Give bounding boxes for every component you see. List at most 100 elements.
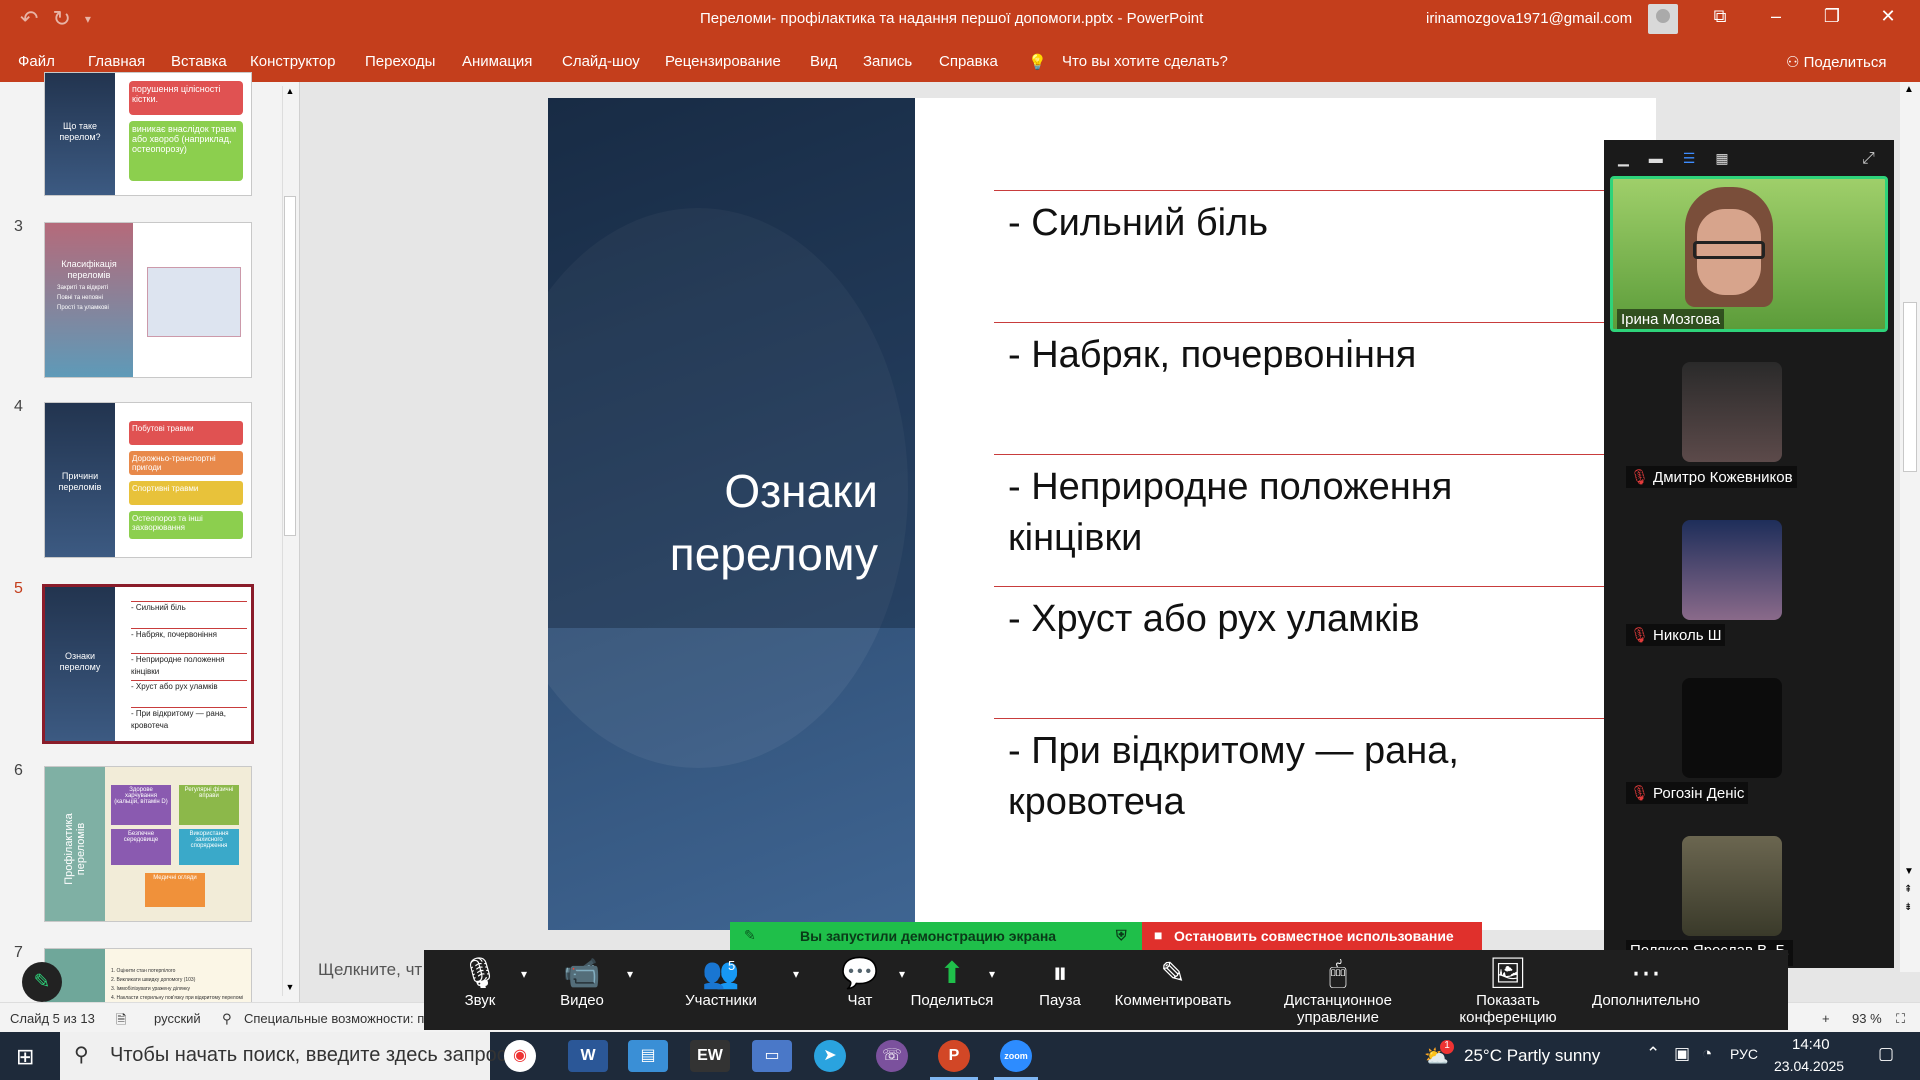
expand-icon[interactable]: ⤢ — [1862, 150, 1875, 168]
video-button[interactable]: 📹 Видео — [542, 950, 622, 1030]
thumbnail-slide-7[interactable]: 1. Оцінити стан потерпілого 2. Викликати… — [44, 948, 252, 1004]
zoom-level[interactable]: 93 % — [1852, 1011, 1882, 1026]
slide-bullet[interactable]: - Неприродне положення кінцівки — [1008, 462, 1568, 564]
tab-record[interactable]: Запись — [863, 53, 912, 70]
thumbnail-slide-6[interactable]: Профілактика переломів Здорове харчуванн… — [44, 766, 252, 922]
thumbnail-slide-5[interactable]: Ознаки перелому - Сильний біль - Набряк,… — [42, 584, 254, 744]
accessibility-status[interactable]: Специальные возможности: п — [244, 1011, 424, 1026]
chrome-icon[interactable]: ◉ — [504, 1040, 536, 1072]
show-meeting-button[interactable]: 🖼 Показать конференцию — [1436, 950, 1580, 1030]
thumbnail-slide-4[interactable]: Причини переломів Побутові травми Дорожн… — [44, 402, 252, 558]
fit-to-window-icon[interactable]: ⛶ — [1896, 1011, 1905, 1027]
redo-icon[interactable]: ↻ — [52, 6, 70, 32]
taskbar-search[interactable]: ⚲ Чтобы начать поиск, введите здесь запр… — [60, 1032, 507, 1080]
tab-transitions[interactable]: Переходы — [365, 53, 435, 70]
more-button[interactable]: ⋯ Дополнительно — [1590, 950, 1702, 1030]
tab-file[interactable]: Файл — [18, 53, 55, 70]
accessibility-icon[interactable]: ⚲ — [222, 1011, 232, 1027]
viber-icon[interactable]: ☏ — [876, 1040, 908, 1072]
scroll-up-icon[interactable]: ▲ — [283, 86, 297, 100]
annotate-pen-icon[interactable]: ✎ — [22, 962, 62, 1002]
account-email[interactable]: irinamozgova1971@gmail.com — [1426, 10, 1632, 27]
tell-me-search[interactable]: Что вы хотите сделать? — [1062, 53, 1228, 70]
language-indicator[interactable]: РУС — [1730, 1046, 1758, 1062]
next-slide-icon[interactable]: ⇟ — [1904, 902, 1912, 913]
tab-insert[interactable]: Вставка — [171, 53, 227, 70]
weather-text[interactable]: 25°C Partly sunny — [1464, 1046, 1600, 1066]
chat-button[interactable]: 💬 Чат — [820, 950, 900, 1030]
notes-check-icon[interactable]: 🗎 — [116, 1011, 126, 1033]
tab-review[interactable]: Рецензирование — [665, 53, 781, 70]
video-options-chevron-icon[interactable]: ▾ — [620, 950, 640, 1030]
pause-share-button[interactable]: ⏸ Пауза — [1020, 950, 1100, 1030]
share-button[interactable]: ⚇ Поделиться — [1786, 53, 1886, 71]
participant-video[interactable] — [1682, 520, 1782, 620]
network-icon[interactable]: ▣ — [1674, 1044, 1690, 1064]
audio-button[interactable]: 🎙 Звук — [444, 950, 516, 1030]
word-icon[interactable]: W — [568, 1040, 608, 1072]
audio-options-chevron-icon[interactable]: ▾ — [514, 950, 534, 1030]
gallery-view-icon[interactable]: ▦ — [1715, 150, 1728, 167]
close-button[interactable]: ✕ — [1868, 6, 1908, 27]
participants-options-chevron-icon[interactable]: ▾ — [786, 950, 806, 1030]
tab-slideshow[interactable]: Слайд-шоу — [562, 53, 640, 70]
editor-scrollbar[interactable]: ▲ ▼ ⇞ ⇟ — [1900, 82, 1920, 972]
chevron-up-icon[interactable]: ⌃ — [1646, 1044, 1660, 1064]
participant-video[interactable] — [1682, 678, 1782, 778]
language-indicator[interactable]: русский — [154, 1011, 201, 1026]
clock-date[interactable]: 23.04.2025 — [1774, 1058, 1844, 1074]
thumbnail-scrollbar[interactable]: ▲ ▼ — [282, 86, 296, 996]
undo-icon[interactable]: ↶ — [20, 6, 38, 32]
remote-control-button[interactable]: 🖱 Дистанционное управление — [1250, 950, 1426, 1030]
avatar[interactable] — [1648, 4, 1678, 34]
tab-home[interactable]: Главная — [88, 53, 145, 70]
explorer-icon[interactable]: ▤ — [628, 1040, 668, 1072]
slide-bullet[interactable]: - Хруст або рух уламків — [1008, 594, 1568, 645]
participant-video[interactable] — [1682, 362, 1782, 462]
easyworship-icon[interactable]: EW — [690, 1040, 730, 1072]
slide-bullet[interactable]: - Сильний біль — [1008, 198, 1568, 249]
participant-video[interactable] — [1682, 836, 1782, 936]
minimize-video-icon[interactable]: ▁ — [1618, 150, 1629, 167]
previous-slide-icon[interactable]: ⇞ — [1904, 884, 1912, 895]
telegram-icon[interactable]: ➤ — [814, 1040, 846, 1072]
scrollbar-thumb[interactable] — [284, 196, 296, 536]
zoom-icon[interactable]: zoom — [1000, 1040, 1032, 1072]
tab-animations[interactable]: Анимация — [462, 53, 532, 70]
minimize-button[interactable]: – — [1756, 6, 1796, 27]
windows-start-icon[interactable]: ⊞ — [16, 1044, 34, 1070]
tab-design[interactable]: Конструктор — [250, 53, 336, 70]
slide-title[interactable]: Ознаки перелому — [598, 460, 878, 586]
current-slide[interactable]: Ознаки перелому - Сильний біль - Набряк,… — [548, 98, 1656, 930]
participant-name: Дмитро Кожевников — [1653, 469, 1793, 486]
thumbnail-view-icon[interactable]: ▬ — [1649, 150, 1663, 167]
clock-time[interactable]: 14:40 — [1792, 1036, 1830, 1053]
thumbnail-slide-2[interactable]: Що таке перелом? порушення цілісності кі… — [44, 72, 252, 196]
slide-number: 7 — [14, 944, 23, 961]
zoom-in-icon[interactable]: + — [1822, 1011, 1830, 1026]
pin-icon[interactable]: ✎ — [744, 927, 756, 944]
wifi-icon[interactable]: ◔ — [1702, 1044, 1712, 1064]
participants-button[interactable]: 👥 Участники — [656, 950, 786, 1030]
scroll-up-icon[interactable]: ▲ — [1904, 84, 1914, 95]
scrollbar-thumb[interactable] — [1903, 302, 1917, 472]
slide-bullet[interactable]: - Набряк, почервоніння — [1008, 330, 1568, 381]
ribbon-display-options-button[interactable]: ⧉ — [1700, 6, 1740, 27]
thumbnail-slide-3[interactable]: Класифікація переломів Закриті та відкри… — [44, 222, 252, 378]
powerpoint-icon[interactable]: P — [938, 1040, 970, 1072]
scroll-down-icon[interactable]: ▼ — [1904, 866, 1914, 877]
active-speaker-video[interactable]: Ірина Мозгова — [1610, 176, 1888, 332]
tab-view[interactable]: Вид — [810, 53, 837, 70]
restore-button[interactable]: ❐ — [1812, 6, 1852, 27]
slide-bullet[interactable]: - При відкритому — рана, кровотеча — [1008, 726, 1568, 828]
notifications-icon[interactable]: ▢ — [1878, 1044, 1894, 1064]
annotate-button[interactable]: ✎ Комментировать — [1110, 950, 1236, 1030]
customize-qat-icon[interactable]: ▾ — [85, 12, 91, 32]
scroll-down-icon[interactable]: ▼ — [283, 982, 297, 996]
stop-share-button[interactable]: ■ Остановить совместное использование — [1142, 922, 1482, 950]
tab-help[interactable]: Справка — [939, 53, 998, 70]
share-banner-text: Вы запустили демонстрацию экрана — [800, 928, 1057, 944]
speaker-view-icon[interactable]: ☰ — [1683, 150, 1696, 167]
share-options-chevron-icon[interactable]: ▾ — [982, 950, 1002, 1030]
scanner-icon[interactable]: ▭ — [752, 1040, 792, 1072]
